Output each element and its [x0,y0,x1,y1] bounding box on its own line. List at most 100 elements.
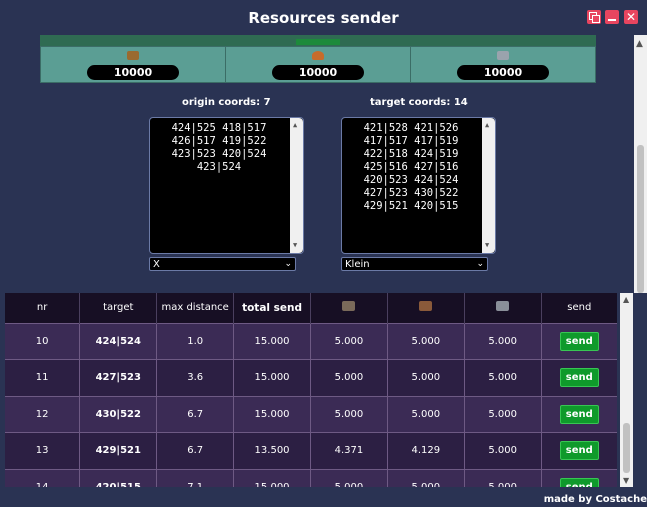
table-row: 13 429|521 6.7 13.500 4.371 4.129 5.000 … [5,432,617,469]
header-nr: nr [5,293,80,323]
target-line: 427|523 430|522 [363,187,459,199]
origin-line: 423|524 [196,161,242,173]
cell-wood: 5.000 [309,395,388,433]
cell-nr: 14 [5,468,80,487]
target-coords-label: target coords: 14 [370,97,468,108]
cell-target: 429|521 [79,432,157,469]
table-row: 11 427|523 3.6 15.000 5.000 5.000 5.000 … [5,359,617,396]
cell-send: send [540,322,617,360]
cell-distance: 1.0 [156,322,234,360]
cell-send: send [540,432,617,469]
cell-iron: 5.000 [463,359,542,396]
send-button[interactable]: send [559,331,599,351]
origin-group-select[interactable]: X ⌄ [149,257,296,271]
cell-send: send [540,468,617,487]
origin-select-value: X [153,259,160,270]
scroll-up-icon[interactable]: ▲ [623,295,629,304]
cell-clay: 5.000 [386,359,465,396]
resources-sender-window: Resources sender ✕ ▲ 10000 10000 10000 o… [0,0,647,507]
scroll-down-icon[interactable]: ▼ [623,476,629,485]
table-scrollbar[interactable]: ▲ ▼ [620,293,633,487]
results-panel: nr target max distance total send send 1… [0,293,647,487]
cell-total: 15.000 [233,468,311,487]
cell-wood: 4.371 [309,432,388,469]
strip-indicator [296,39,340,45]
target-line: 417|517 417|519 [363,135,459,147]
target-textarea-scrollbar[interactable] [482,118,495,253]
scroll-up-icon[interactable]: ▲ [636,39,643,49]
cell-clay: 4.129 [386,432,465,469]
cell-total: 15.000 [233,395,311,433]
target-line: 422|518 424|519 [363,148,459,160]
resource-totals: 10000 10000 10000 [40,46,596,83]
upper-scrollbar[interactable]: ▲ [634,35,647,293]
cell-nr: 10 [5,322,80,360]
clay-value: 10000 [272,65,364,80]
cell-iron: 5.000 [463,432,542,469]
target-line: 420|523 424|524 [363,174,459,186]
header-max-distance: max distance [156,293,234,323]
header-target: target [79,293,157,323]
cell-distance: 3.6 [156,359,234,396]
cell-nr: 13 [5,432,80,469]
restore-icon[interactable] [587,10,601,24]
send-button[interactable]: send [559,404,599,424]
target-line: 421|528 421|526 [363,122,459,134]
wood-icon [342,301,356,312]
chevron-down-icon: ⌄ [476,259,484,269]
header-wood [309,293,388,323]
table-row: 14 420|515 7.1 15.000 5.000 5.000 5.000 … [5,468,617,487]
cell-clay: 5.000 [386,468,465,487]
send-button[interactable]: send [559,441,599,461]
iron-value: 10000 [457,65,549,80]
chevron-down-icon: ⌄ [284,259,292,269]
table-row: 10 424|524 1.0 15.000 5.000 5.000 5.000 … [5,322,617,360]
target-coords-textarea[interactable]: 421|528 421|526 417|517 417|519 422|518 … [341,117,496,254]
results-table: nr target max distance total send send 1… [5,293,617,487]
scroll-thumb[interactable] [623,423,630,473]
cell-total: 13.500 [233,432,311,469]
minimize-icon[interactable] [605,10,619,24]
title-bar[interactable]: Resources sender ✕ [0,0,647,35]
cell-nr: 12 [5,395,80,433]
origin-textarea-scrollbar[interactable] [290,118,303,253]
target-select-value: Klein [345,259,370,270]
close-icon[interactable]: ✕ [624,10,638,24]
cell-distance: 6.7 [156,432,234,469]
cell-total: 15.000 [233,359,311,396]
cell-send: send [540,395,617,433]
header-iron [463,293,542,323]
cell-distance: 7.1 [156,468,234,487]
cell-nr: 11 [5,359,80,396]
iron-icon [496,301,510,312]
target-group-select[interactable]: Klein ⌄ [341,257,488,271]
wood-icon [127,51,139,60]
cell-iron: 5.000 [463,395,542,433]
clay-icon [312,51,324,60]
scroll-thumb[interactable] [637,145,644,293]
table-row: 12 430|522 6.7 15.000 5.000 5.000 5.000 … [5,395,617,433]
footer-credit: made by Costache [543,494,647,505]
table-header-row: nr target max distance total send send [5,293,617,323]
cell-iron: 5.000 [463,322,542,360]
window-title: Resources sender [248,9,399,27]
target-line: 429|521 420|515 [363,200,459,212]
cell-distance: 6.7 [156,395,234,433]
cell-target: 420|515 [79,468,157,487]
cell-clay: 5.000 [386,395,465,433]
origin-coords-textarea[interactable]: 424|525 418|517 426|517 419|522 423|523 … [149,117,304,254]
cell-wood: 5.000 [309,468,388,487]
origin-line: 423|523 420|524 [171,148,267,160]
cell-clay: 5.000 [386,322,465,360]
cell-wood: 5.000 [309,359,388,396]
origin-line: 424|525 418|517 [171,122,267,134]
clay-icon [419,301,433,312]
iron-icon [497,51,509,60]
header-send: send [540,293,617,323]
target-line: 425|516 427|516 [363,161,459,173]
resource-cell-iron: 10000 [411,47,595,82]
wood-value: 10000 [87,65,179,80]
send-button[interactable]: send [559,478,599,487]
send-button[interactable]: send [559,368,599,388]
cell-total: 15.000 [233,322,311,360]
